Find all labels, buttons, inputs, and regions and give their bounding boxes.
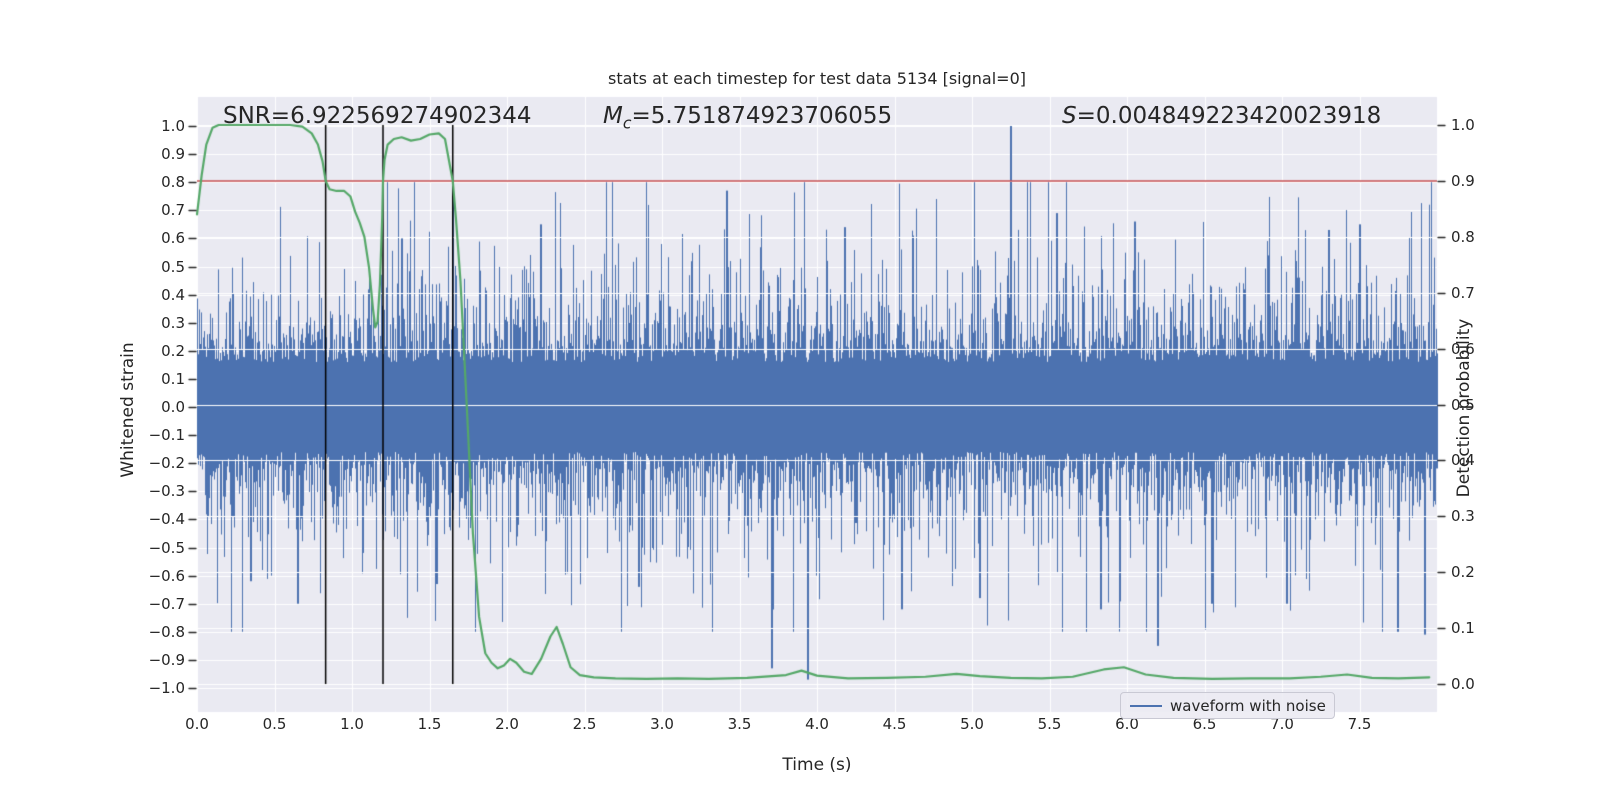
chart-title: stats at each timestep for test data 513… <box>607 69 1026 88</box>
annotation-statistic: S=0.004849223420023918 <box>1062 103 1381 129</box>
tick-label: 7.5 <box>1347 715 1372 733</box>
tick-label: 0.0 <box>161 398 185 416</box>
tick-label: 3.0 <box>650 715 674 733</box>
tick-label: 1.0 <box>1451 116 1475 134</box>
tick-label: 2.0 <box>495 715 519 733</box>
tick-label: 0.2 <box>1451 563 1475 582</box>
tick-label: −0.3 <box>148 482 185 501</box>
figure: stats at each timestep for test data 513… <box>0 0 1600 800</box>
tick-label: 0.9 <box>1451 171 1475 190</box>
tick-label: −0.6 <box>148 566 185 585</box>
tick-label: −0.8 <box>148 622 185 641</box>
tick-label: 0.2 <box>161 341 185 360</box>
tick-label: 0.3 <box>1451 507 1475 526</box>
annotation-snr: SNR=6.922569274902344 <box>223 103 532 129</box>
legend-waveform-line-sample <box>1130 704 1162 707</box>
tick-label: 1.5 <box>417 715 442 733</box>
s-value: =0.004849223420023918 <box>1076 103 1382 129</box>
tick-label: −1.0 <box>148 679 185 697</box>
tick-label: 0.4 <box>161 285 185 304</box>
tick-label: 0.0 <box>185 715 209 733</box>
tick-label: 0.5 <box>161 257 185 276</box>
tick-label: 0.8 <box>161 173 185 192</box>
tick-label: 0.1 <box>161 369 185 388</box>
tick-label: −0.4 <box>148 510 185 529</box>
tick-label: 0.5 <box>1451 395 1475 414</box>
mc-symbol: M <box>603 103 623 129</box>
tick-label: 2.5 <box>572 715 597 733</box>
tick-label: −0.7 <box>148 594 185 613</box>
x-axis-label: Time (s) <box>782 755 852 775</box>
tick-label: 0.6 <box>161 229 185 248</box>
tick-label: 3.5 <box>727 715 752 733</box>
tick-label: 0.7 <box>1451 283 1475 302</box>
tick-label: 0.5 <box>262 715 287 733</box>
tick-label: −0.5 <box>148 538 185 557</box>
tick-label: 0.4 <box>1451 451 1475 470</box>
tick-label: 0.0 <box>1451 675 1475 693</box>
tick-label: 4.0 <box>805 715 829 733</box>
tick-label: 1.0 <box>161 117 185 135</box>
tick-label: 0.1 <box>1451 619 1475 638</box>
tick-label: 1.0 <box>340 715 364 733</box>
tick-label: 4.5 <box>882 715 907 733</box>
tick-label: −0.1 <box>148 426 185 445</box>
mc-value: =5.751874923706055 <box>631 103 893 129</box>
tick-label: 0.8 <box>1451 227 1475 246</box>
annotation-chirp-mass: Mc=5.751874923706055 <box>603 103 892 133</box>
tick-label: 0.3 <box>161 313 185 332</box>
tick-label: −0.9 <box>148 650 185 669</box>
tick-label: 5.0 <box>960 715 984 733</box>
tick-label: −0.2 <box>148 454 185 473</box>
tick-label: 0.7 <box>161 201 185 220</box>
legend: waveform with noise <box>1120 692 1335 719</box>
tick-label: 5.5 <box>1037 715 1062 733</box>
snr-label: SNR <box>223 103 271 129</box>
tick-label: 0.9 <box>161 145 185 164</box>
tick-label: 0.6 <box>1451 339 1475 358</box>
legend-waveform-label: waveform with noise <box>1170 696 1326 715</box>
snr-value: =6.922569274902344 <box>270 103 532 129</box>
s-symbol: S <box>1062 103 1077 129</box>
